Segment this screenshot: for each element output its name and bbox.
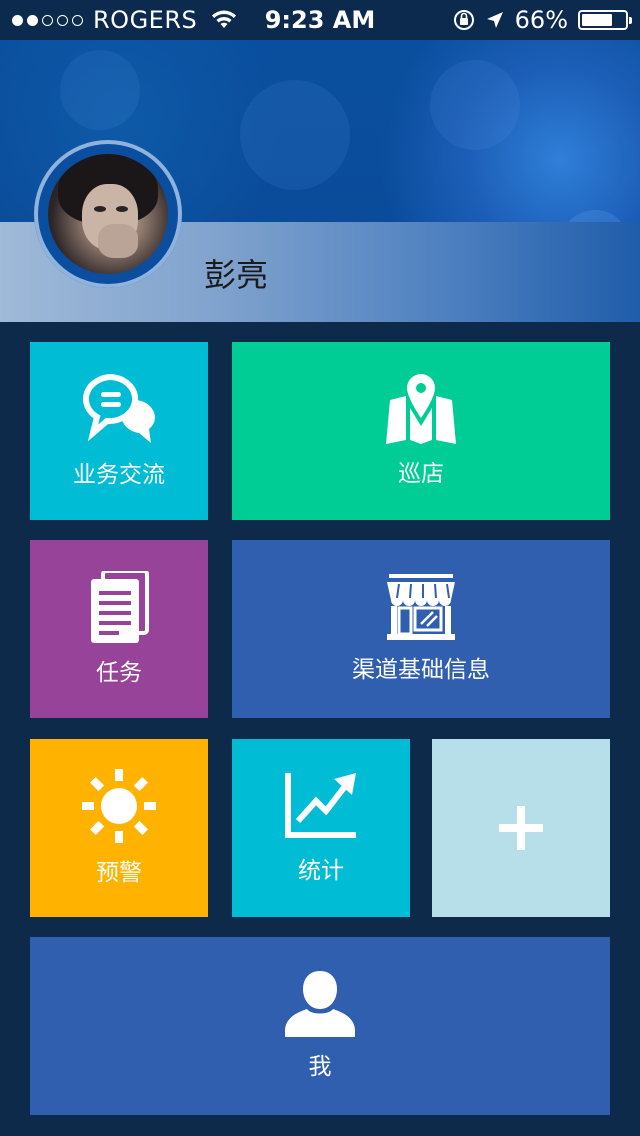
tile-warning[interactable]: 预警 <box>30 739 208 917</box>
tile-label: 统计 <box>298 858 344 884</box>
avatar-photo <box>48 154 168 274</box>
sun-icon <box>82 769 156 843</box>
tile-me[interactable]: 我 <box>30 937 610 1115</box>
documents-icon <box>89 571 149 643</box>
status-right: 66% <box>453 6 632 34</box>
tile-statistics[interactable]: 统计 <box>232 739 410 917</box>
battery-icon <box>578 10 632 30</box>
tile-channel-info[interactable]: 渠道基础信息 <box>232 540 610 718</box>
tile-store-patrol[interactable]: 巡店 <box>232 342 610 520</box>
status-bar: ROGERS 9:23 AM 66% <box>0 0 640 40</box>
rotation-lock-icon <box>453 9 475 31</box>
tile-business-chat[interactable]: 业务交流 <box>30 342 208 520</box>
location-arrow-icon <box>485 10 505 30</box>
tile-label: 我 <box>308 1054 332 1080</box>
avatar[interactable] <box>34 140 182 288</box>
battery-percent: 66% <box>514 6 568 34</box>
tile-label: 业务交流 <box>73 462 165 488</box>
map-pin-icon <box>384 374 458 444</box>
user-icon <box>283 971 357 1037</box>
chat-bubbles-icon <box>81 373 157 445</box>
tile-label: 渠道基础信息 <box>352 657 490 683</box>
user-name: 彭亮 <box>204 256 269 294</box>
trend-chart-icon <box>284 771 358 841</box>
tile-label: 巡店 <box>398 461 444 487</box>
tile-add[interactable] <box>432 739 610 917</box>
plus-icon <box>499 806 543 850</box>
storefront-icon <box>385 574 457 640</box>
tile-label: 预警 <box>96 860 142 886</box>
tile-tasks[interactable]: 任务 <box>30 540 208 718</box>
tile-label: 任务 <box>96 660 142 686</box>
